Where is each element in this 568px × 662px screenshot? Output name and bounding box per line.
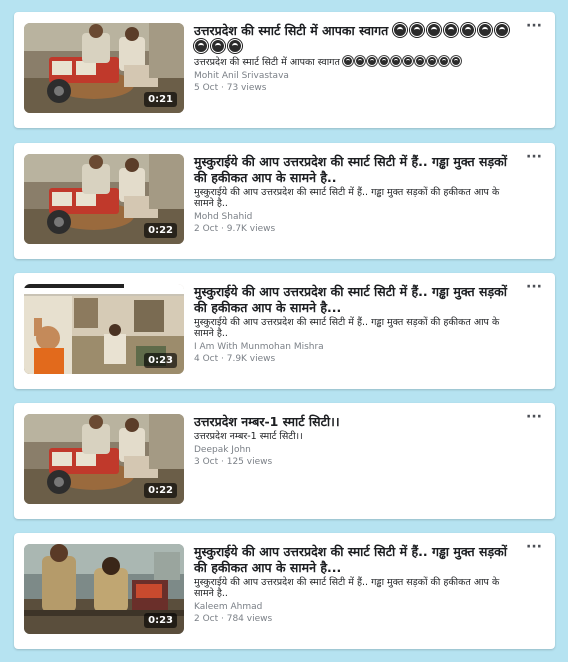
- video-thumbnail[interactable]: 0:22: [24, 414, 184, 504]
- video-meta: 2 Oct · 9.7K views: [194, 224, 276, 234]
- more-horizontal-icon[interactable]: ···: [525, 540, 543, 557]
- video-author[interactable]: Deepak John: [194, 444, 514, 456]
- more-horizontal-icon[interactable]: ···: [525, 19, 543, 36]
- video-meta: 2 Oct · 784 views: [194, 614, 273, 624]
- laughing-face-icon: [211, 39, 225, 53]
- video-author[interactable]: Kaleem Ahmad: [194, 601, 514, 613]
- video-title[interactable]: मुस्कुराईये की आप उत्तरप्रदेश की स्मार्ट…: [194, 544, 514, 576]
- laughing-face-icon: [194, 39, 208, 53]
- more-horizontal-icon[interactable]: ···: [525, 410, 543, 427]
- video-title[interactable]: मुस्कुराईये की आप उत्तरप्रदेश की स्मार्ट…: [194, 154, 514, 186]
- video-thumbnail[interactable]: 0:23: [24, 284, 184, 374]
- laughing-face-icon: [450, 56, 461, 66]
- video-card[interactable]: 0:22 मुस्कुराईये की आप उत्तरप्रदेश की स्…: [14, 143, 555, 259]
- video-thumbnail[interactable]: 0:22: [24, 154, 184, 244]
- video-info: उत्तरप्रदेश की स्मार्ट सिटी में आपका स्व…: [194, 23, 514, 94]
- video-card[interactable]: 0:23 मुस्कुराईये की आप उत्तरप्रदेश की स्…: [14, 533, 555, 649]
- video-info: मुस्कुराईये की आप उत्तरप्रदेश की स्मार्ट…: [194, 544, 514, 625]
- video-title[interactable]: मुस्कुराईये की आप उत्तरप्रदेश की स्मार्ट…: [194, 284, 514, 316]
- video-title[interactable]: उत्तरप्रदेश की स्मार्ट सिटी में आपका स्व…: [194, 23, 514, 55]
- laughing-face-icon: [392, 23, 407, 37]
- video-description-text: उत्तरप्रदेश की स्मार्ट सिटी में आपका स्व…: [194, 57, 340, 68]
- video-card[interactable]: 0:22 उत्तरप्रदेश नम्बर-1 स्मार्ट सिटी।। …: [14, 403, 555, 519]
- laughing-face-icon: [460, 23, 475, 37]
- laughing-face-icon: [477, 23, 492, 37]
- video-author[interactable]: I Am With Munmohan Mishra: [194, 341, 514, 353]
- video-info: मुस्कुराईये की आप उत्तरप्रदेश की स्मार्ट…: [194, 154, 514, 235]
- video-author[interactable]: Mohd Shahid: [194, 211, 514, 223]
- video-duration: 0:22: [144, 223, 177, 238]
- video-meta: 4 Oct · 7.9K views: [194, 354, 276, 364]
- laughing-face-icon: [494, 23, 509, 37]
- laughing-face-icon: [342, 56, 353, 66]
- laughing-face-icon: [443, 23, 458, 37]
- laughing-face-icon: [402, 56, 413, 66]
- video-duration: 0:21: [144, 92, 177, 107]
- laughing-face-icon: [409, 23, 424, 37]
- video-info: उत्तरप्रदेश नम्बर-1 स्मार्ट सिटी।। उत्तर…: [194, 414, 514, 468]
- video-description: मुस्कुराईये की आप उत्तरप्रदेश की स्मार्ट…: [194, 317, 500, 339]
- video-description: उत्तरप्रदेश नम्बर-1 स्मार्ट सिटी।।: [194, 431, 303, 442]
- video-meta: 3 Oct · 125 views: [194, 457, 273, 467]
- video-thumbnail[interactable]: 0:23: [24, 544, 184, 634]
- laughing-face-icon: [438, 56, 449, 66]
- more-horizontal-icon[interactable]: ···: [525, 280, 543, 297]
- more-horizontal-icon[interactable]: ···: [525, 150, 543, 167]
- video-title-text: उत्तरप्रदेश की स्मार्ट सिटी में आपका स्व…: [194, 23, 389, 38]
- video-description: उत्तरप्रदेश की स्मार्ट सिटी में आपका स्व…: [194, 56, 514, 68]
- video-meta: 5 Oct · 73 views: [194, 83, 267, 93]
- video-duration: 0:23: [144, 613, 177, 628]
- video-results-page: 0:21 उत्तरप्रदेश की स्मार्ट सिटी में आपक…: [0, 0, 568, 662]
- laughing-face-icon: [390, 56, 401, 66]
- video-info: मुस्कुराईये की आप उत्तरप्रदेश की स्मार्ट…: [194, 284, 514, 365]
- video-title[interactable]: उत्तरप्रदेश नम्बर-1 स्मार्ट सिटी।।: [194, 414, 514, 430]
- laughing-emoji-icon: [342, 56, 463, 68]
- video-thumbnail[interactable]: 0:21: [24, 23, 184, 113]
- laughing-face-icon: [354, 56, 365, 66]
- video-card[interactable]: 0:21 उत्तरप्रदेश की स्मार्ट सिटी में आपक…: [14, 12, 555, 128]
- laughing-face-icon: [378, 56, 389, 66]
- laughing-face-icon: [366, 56, 377, 66]
- video-card[interactable]: 0:23 मुस्कुराईये की आप उत्तरप्रदेश की स्…: [14, 273, 555, 389]
- video-duration: 0:23: [144, 353, 177, 368]
- video-duration: 0:22: [144, 483, 177, 498]
- laughing-face-icon: [228, 39, 242, 53]
- video-description: मुस्कुराईये की आप उत्तरप्रदेश की स्मार्ट…: [194, 187, 500, 209]
- laughing-face-icon: [426, 56, 437, 66]
- laughing-face-icon: [426, 23, 441, 37]
- video-description: मुस्कुराईये की आप उत्तरप्रदेश की स्मार्ट…: [194, 577, 500, 599]
- laughing-face-icon: [414, 56, 425, 66]
- video-author[interactable]: Mohit Anil Srivastava: [194, 70, 514, 82]
